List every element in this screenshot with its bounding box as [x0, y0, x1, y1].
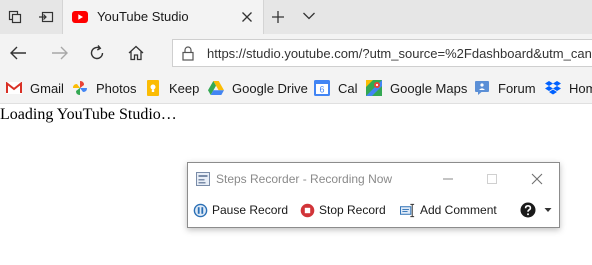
- favorite-forum[interactable]: Forum: [474, 79, 536, 97]
- new-tab-icon[interactable]: [270, 9, 286, 25]
- stop-icon: [299, 202, 315, 218]
- forward-arrow-icon: [52, 46, 68, 60]
- tab-youtube-studio[interactable]: YouTube Studio: [62, 0, 264, 34]
- dropdown-arrow-icon: [544, 208, 552, 212]
- stop-record-label: Stop Record: [319, 203, 386, 217]
- refresh-button[interactable]: [87, 43, 107, 63]
- favorite-keep[interactable]: Keep: [145, 79, 199, 97]
- back-arrow-icon: [10, 46, 26, 60]
- favorites-bar: Gmail Photos Keep Google Drive 6 Cal Goo…: [0, 72, 592, 104]
- steps-recorder-title-bar[interactable]: Steps Recorder - Recording Now: [188, 163, 559, 195]
- tabs-aside-icon: [8, 10, 21, 24]
- calendar-icon: 6: [314, 80, 330, 96]
- add-comment-label: Add Comment: [420, 203, 497, 217]
- close-tab-icon[interactable]: [241, 11, 253, 23]
- favorite-photos[interactable]: Photos: [72, 79, 136, 97]
- forum-icon: [474, 80, 490, 96]
- tab-strip: YouTube Studio: [0, 0, 592, 34]
- add-comment-icon: [400, 202, 416, 218]
- favorite-label: Google Drive: [232, 80, 308, 96]
- minimize-icon: [443, 178, 453, 180]
- dropbox-icon: [545, 80, 561, 96]
- home-icon: [128, 45, 144, 61]
- favorite-label: Hom: [569, 80, 592, 96]
- chevron-down-icon[interactable]: [302, 11, 316, 21]
- gmail-icon: [6, 80, 22, 96]
- favorite-label: Keep: [169, 80, 200, 96]
- favorite-calendar[interactable]: 6 Cal: [314, 79, 358, 97]
- help-icon: [520, 202, 536, 218]
- close-icon: [531, 173, 543, 185]
- add-comment-button[interactable]: Add Comment: [400, 199, 497, 221]
- pause-record-button[interactable]: Pause Record: [192, 199, 288, 221]
- help-button[interactable]: [520, 199, 536, 221]
- refresh-icon: [90, 45, 104, 60]
- url-text[interactable]: https://studio.youtube.com/?utm_source=%…: [207, 46, 592, 61]
- steps-recorder-app-icon: [196, 172, 210, 186]
- help-dropdown-button[interactable]: [544, 199, 552, 221]
- lock-icon[interactable]: [182, 46, 194, 61]
- favorite-google-maps[interactable]: Google Maps: [366, 79, 467, 97]
- loading-message: Loading YouTube Studio…: [0, 106, 177, 123]
- favorite-label: Forum: [498, 80, 536, 96]
- pause-icon: [192, 202, 208, 218]
- tab-title: YouTube Studio: [97, 9, 189, 24]
- pause-record-label: Pause Record: [212, 203, 289, 217]
- favorite-google-drive[interactable]: Google Drive: [208, 79, 308, 97]
- set-tabs-aside-button[interactable]: [31, 0, 60, 34]
- maps-icon: [366, 80, 382, 96]
- photos-icon: [72, 80, 88, 96]
- keep-icon: [145, 80, 161, 96]
- window-title: Steps Recorder - Recording Now: [216, 172, 393, 186]
- stop-record-button[interactable]: Stop Record: [299, 199, 386, 221]
- favorite-label: Google Maps: [390, 80, 468, 96]
- calendar-icon-number: 6: [319, 85, 324, 95]
- favorite-dropbox[interactable]: Hom: [545, 79, 592, 97]
- maximize-icon: [487, 174, 497, 184]
- favorite-label: Cal: [338, 80, 358, 96]
- favorite-label: Photos: [96, 80, 137, 96]
- minimize-button[interactable]: [440, 171, 456, 187]
- close-window-button[interactable]: [529, 171, 545, 187]
- tab-manager-button[interactable]: [0, 0, 29, 34]
- navigation-bar: https://studio.youtube.com/?utm_source=%…: [0, 34, 592, 72]
- youtube-favicon-icon: [72, 11, 88, 23]
- home-button[interactable]: [126, 43, 146, 63]
- forward-button[interactable]: [50, 43, 70, 63]
- set-aside-icon: [38, 11, 53, 23]
- back-button[interactable]: [8, 43, 28, 63]
- maximize-button[interactable]: [484, 171, 500, 187]
- address-bar[interactable]: https://studio.youtube.com/?utm_source=%…: [172, 39, 592, 67]
- steps-recorder-window: Steps Recorder - Recording Now Pause Rec…: [187, 162, 560, 228]
- favorite-gmail[interactable]: Gmail: [6, 79, 64, 97]
- steps-recorder-toolbar: Pause Record Stop Record Add Comment: [188, 199, 559, 221]
- drive-icon: [208, 80, 224, 96]
- favorite-label: Gmail: [30, 80, 64, 96]
